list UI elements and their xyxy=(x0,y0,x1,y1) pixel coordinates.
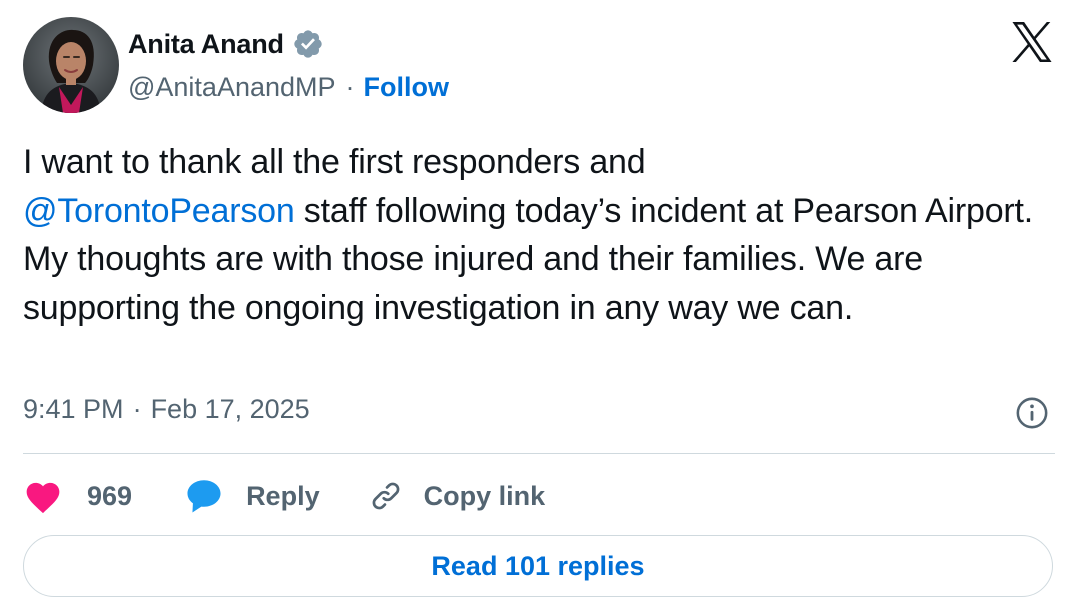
avatar-image xyxy=(23,17,119,113)
tweet-text: I want to thank all the first responders… xyxy=(23,138,1053,332)
read-replies-button[interactable]: Read 101 replies xyxy=(23,535,1053,597)
verified-badge-icon xyxy=(294,30,322,58)
like-button[interactable]: 969 xyxy=(23,478,132,514)
copy-link-label: Copy link xyxy=(423,480,546,511)
author-avatar[interactable] xyxy=(23,17,119,113)
tweet-date: Feb 17, 2025 xyxy=(150,394,310,424)
author-handle[interactable]: @AnitaAnandMP xyxy=(128,72,336,103)
read-replies-label: Read 101 replies xyxy=(431,550,645,581)
divider xyxy=(23,453,1055,454)
tweet-time: 9:41 PM xyxy=(23,394,124,424)
author-name-row: Anita Anand xyxy=(128,26,324,62)
author-name[interactable]: Anita Anand xyxy=(128,29,284,60)
timestamp-separator: · xyxy=(132,394,142,424)
mention-link[interactable]: @TorontoPearson xyxy=(23,192,295,230)
like-count: 969 xyxy=(87,480,133,511)
author-handle-row: @AnitaAnandMP · Follow xyxy=(128,70,449,104)
reply-button[interactable]: Reply xyxy=(132,477,320,515)
reply-bubble-icon xyxy=(187,480,221,513)
link-icon xyxy=(372,482,399,510)
action-bar: 969 Reply Copy link xyxy=(23,474,545,518)
heart-icon xyxy=(26,482,60,514)
tweet-embed-card: Anita Anand @AnitaAnandMP · Follow I wan… xyxy=(0,0,1068,610)
reply-label: Reply xyxy=(246,480,320,511)
info-icon[interactable] xyxy=(1015,396,1049,430)
follow-button[interactable]: Follow xyxy=(364,72,449,103)
copy-link-button[interactable]: Copy link xyxy=(320,478,546,514)
handle-separator: · xyxy=(345,71,355,102)
x-logo-icon[interactable] xyxy=(1010,22,1054,62)
tweet-timestamp[interactable]: 9:41 PM · Feb 17, 2025 xyxy=(23,394,310,425)
tweet-text-intro: I want to thank all the first responders… xyxy=(23,143,646,181)
